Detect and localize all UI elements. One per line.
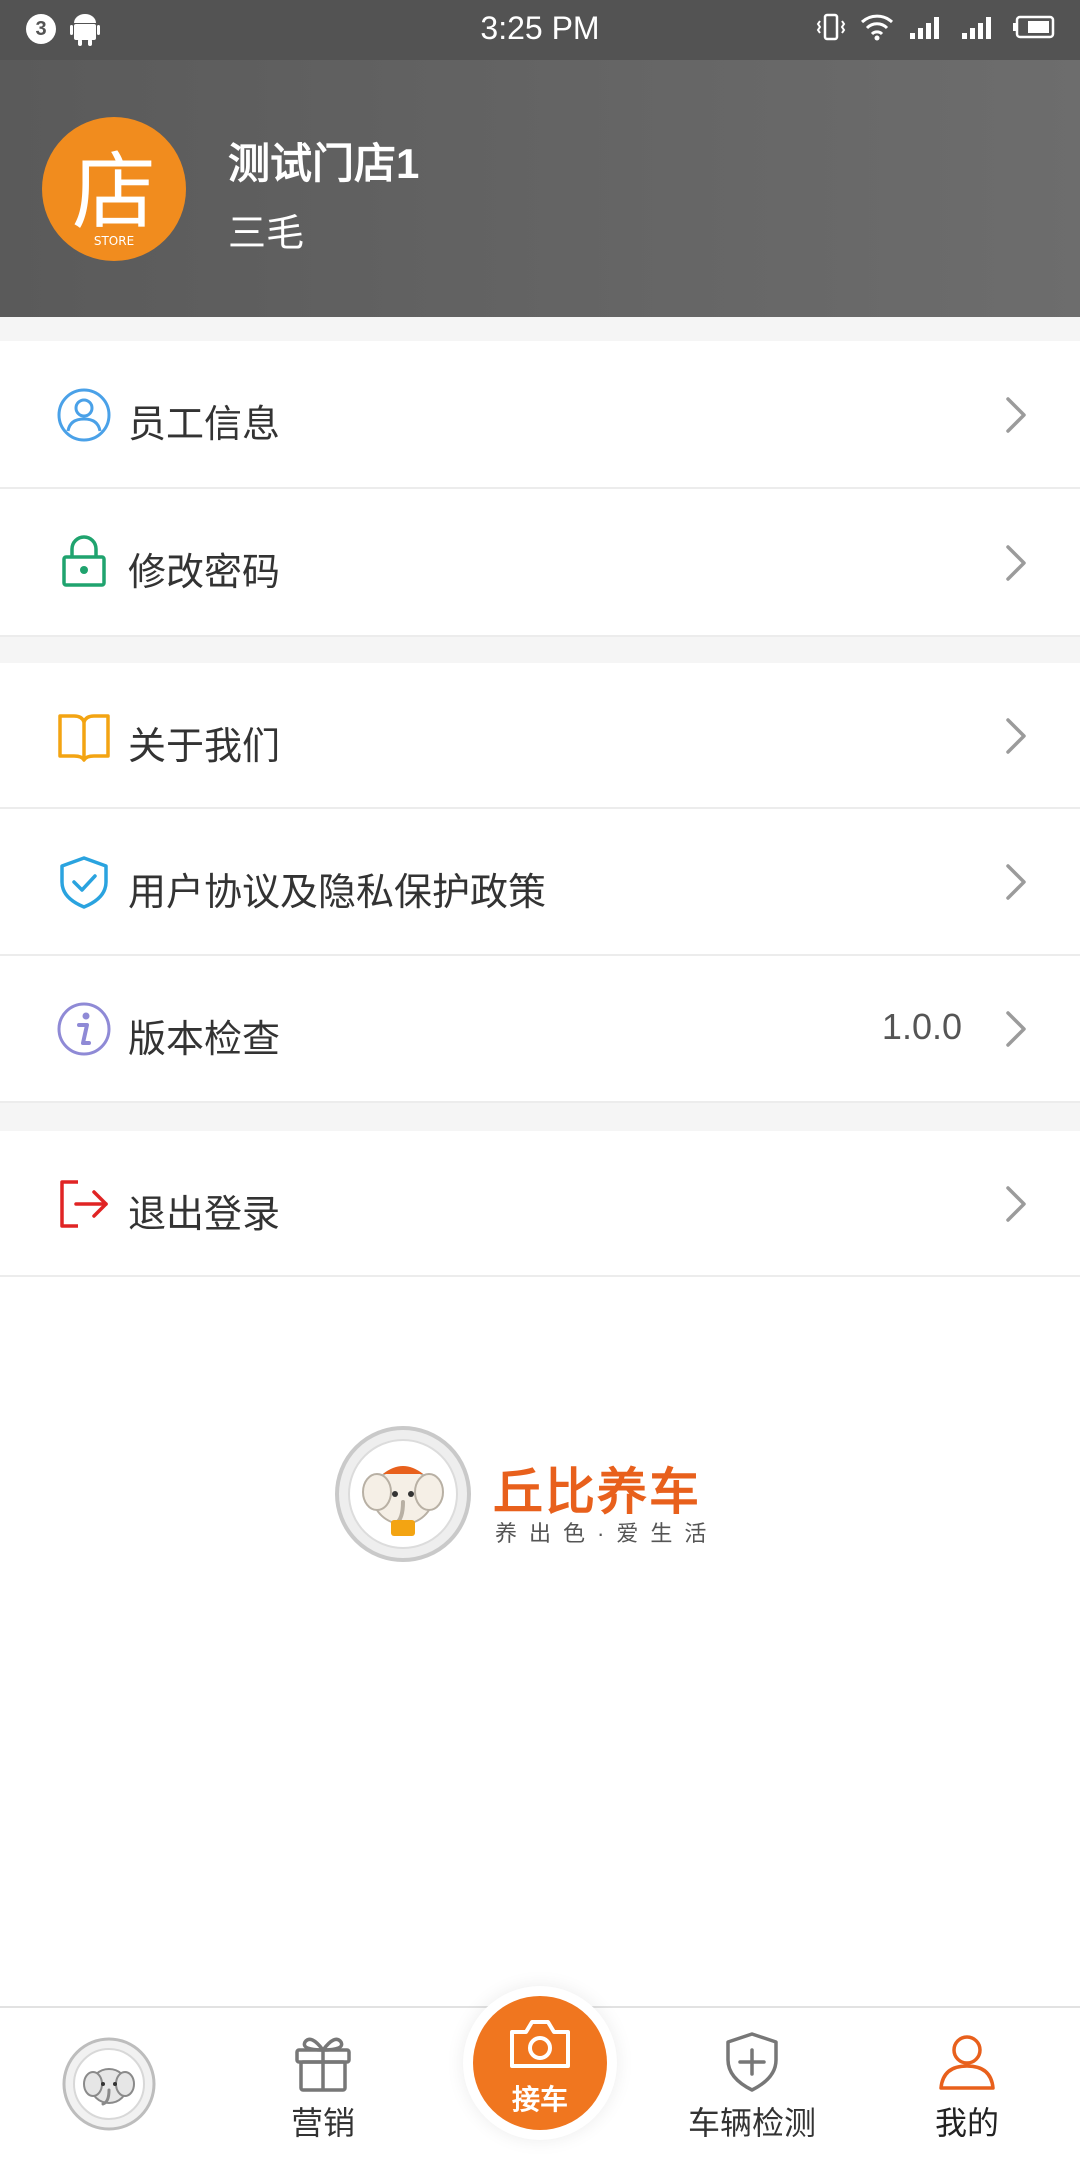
tab-home[interactable] [29,2008,189,2160]
brand-logo: 丘比养车 养出色·爱生活 [333,1424,753,1564]
version-value: 1.0.0 [881,1006,962,1047]
section-gap [0,317,1080,341]
brand-mascot-icon [335,1426,471,1562]
vibrate-icon [816,13,846,41]
shield-plus-icon [726,2032,778,2092]
mascot-tab-icon [62,2037,156,2131]
chevron-right-icon [1006,545,1026,581]
tab-label: 接车 [511,2084,568,2115]
gift-icon [295,2037,351,2092]
wifi-icon [860,14,894,41]
menu-label: 用户协议及隐私保护政策 [128,872,547,914]
chevron-right-icon [1006,864,1026,900]
menu-item-change-password[interactable]: 修改密码 [0,489,1080,637]
tab-label: 我的 [934,2105,999,2141]
chevron-right-icon [1006,1011,1026,1047]
book-icon [58,714,110,762]
menu-item-version-check[interactable]: 版本检查 1.0.0 [0,956,1080,1103]
menu-label: 关于我们 [128,726,281,768]
tab-inspection[interactable]: 车辆检测 [672,2008,832,2160]
menu-item-staff-info[interactable]: 员工信息 [0,341,1080,489]
tab-pickup[interactable]: 接车 [473,1996,607,2130]
chevron-right-icon [1006,1186,1026,1222]
user-name: 三毛 [228,213,305,255]
status-right [816,12,1056,42]
profile-header[interactable]: 店 STORE 测试门店1 三毛 [0,60,1080,317]
brand-slogan: 养出色·爱生活 [495,1521,719,1546]
store-name: 测试门店1 [228,140,420,187]
user-icon [57,388,111,442]
logout-icon [60,1180,108,1228]
signal-icon [910,17,939,39]
svg-text:STORE: STORE [94,234,134,248]
info-icon [57,1002,111,1056]
menu-item-agreement[interactable]: 用户协议及隐私保护政策 [0,809,1080,956]
person-icon [939,2035,995,2090]
battery-icon [1013,15,1055,39]
store-icon: 店 STORE [72,143,156,248]
chevron-right-icon [1006,397,1026,433]
section-gap [0,1103,1080,1131]
shield-check-icon [60,856,108,909]
menu-label: 员工信息 [128,404,281,446]
svg-text:店: 店 [72,143,156,241]
status-bar: 3 3:25 PM [0,0,1080,60]
menu-label: 退出登录 [128,1194,281,1236]
store-avatar[interactable]: 店 STORE [42,117,186,261]
tab-label: 营销 [290,2105,355,2141]
tab-marketing[interactable]: 营销 [243,2008,403,2160]
menu-label: 版本检查 [128,1019,281,1061]
section-gap [0,637,1080,663]
menu-label: 修改密码 [128,552,281,594]
app-root: 3 3:25 PM 店 STORE 测试门店1 三毛 员工信息 修改密码 关于我… [0,0,1080,2160]
signal-2-icon [962,17,991,39]
menu-item-logout[interactable]: 退出登录 [0,1131,1080,1277]
tab-label: 车辆检测 [687,2105,816,2141]
tab-mine[interactable]: 我的 [887,2008,1047,2160]
menu-item-about-us[interactable]: 关于我们 [0,663,1080,809]
camera-icon [510,2020,570,2068]
lock-icon [62,535,106,587]
chevron-right-icon [1006,718,1026,754]
brand-title: 丘比养车 [493,1464,701,1520]
